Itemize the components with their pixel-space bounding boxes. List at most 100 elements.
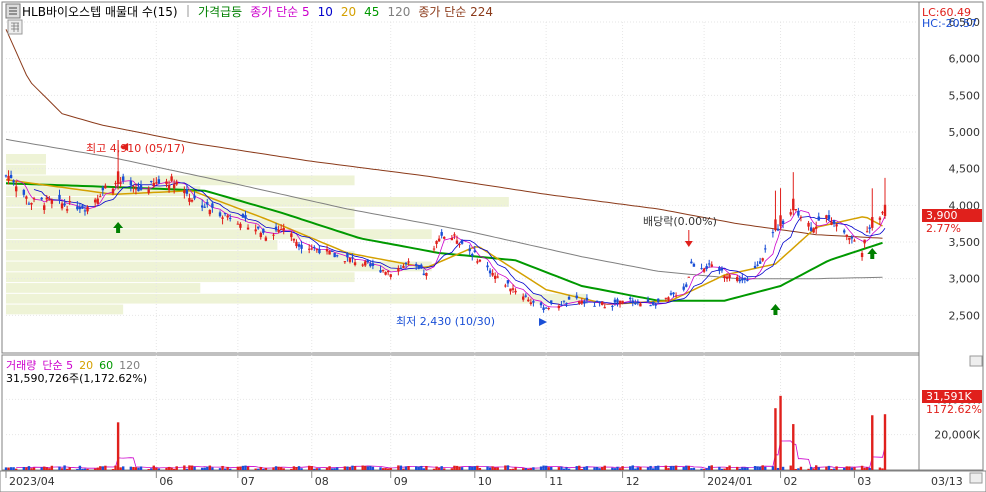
candle-body-23 xyxy=(83,210,87,212)
candle-body-40 xyxy=(147,189,150,193)
volume-bar-122 xyxy=(437,467,441,470)
candle-body-135 xyxy=(486,265,489,268)
volume-bar-246 xyxy=(881,468,884,470)
date-tick-8: 2024/01 xyxy=(707,475,753,488)
volume-bar-215 xyxy=(771,466,775,470)
volume-bar-130 xyxy=(468,466,471,470)
candle-body-157 xyxy=(562,300,566,302)
volume-legend-item-0[interactable]: 거래량 xyxy=(6,359,36,372)
candle-body-133 xyxy=(476,261,479,263)
candle-body-169 xyxy=(603,307,606,309)
volume-bar-50 xyxy=(183,465,186,470)
volume-bar-5 xyxy=(22,466,26,470)
panel-resize-icon[interactable] xyxy=(969,355,983,367)
volume-bar-67 xyxy=(241,465,245,470)
candle-body-75 xyxy=(272,234,275,236)
candle-body-105 xyxy=(379,270,382,273)
volume-bar-17 xyxy=(63,465,66,470)
candle-body-113 xyxy=(404,262,408,265)
legend-item-3[interactable]: 20 xyxy=(341,5,356,19)
candle-body-154 xyxy=(550,300,553,304)
candle-body-164 xyxy=(585,297,589,301)
candle-body-204 xyxy=(728,274,731,278)
candle-body-140 xyxy=(504,285,507,287)
candle-body-118 xyxy=(422,273,426,275)
volume-bar-149 xyxy=(532,467,535,470)
volume-bar-147 xyxy=(527,469,530,470)
dividend-annotation: 배당락(0.00%) xyxy=(643,215,717,228)
volume-bar-205 xyxy=(736,466,739,470)
volume-legend-item-1[interactable]: 단순 5 xyxy=(42,359,73,372)
candle-body-191 xyxy=(685,284,688,287)
candle-body-192 xyxy=(687,276,691,278)
candle-body-102 xyxy=(366,260,369,263)
volume-bar-61 xyxy=(221,465,224,470)
volume-bar-235 xyxy=(843,467,846,470)
candle-body-41 xyxy=(150,180,153,182)
volume-bar-195 xyxy=(700,468,703,470)
stock-title[interactable]: HLB바이오스텝 매물대 수(15) xyxy=(22,5,178,19)
candle-body-87 xyxy=(313,246,316,248)
scroll-right-icon[interactable] xyxy=(969,472,983,484)
volume-bar-150 xyxy=(539,466,543,470)
date-tick-11: 03/13 xyxy=(931,475,963,488)
candle-body-142 xyxy=(509,288,512,292)
legend-item-1[interactable]: 종가 단순 5 xyxy=(250,5,309,19)
stock-chart[interactable]: 6,500 6,000 5,500 5,000 4,500 4,000 3,500 3,000… xyxy=(0,0,986,492)
volume-bar-31 xyxy=(114,465,117,470)
volume-legend-item-2[interactable]: 20 xyxy=(79,359,93,372)
grid-toggle-icon[interactable] xyxy=(7,19,23,35)
candle-body-146 xyxy=(524,295,527,297)
volume-bar-6 xyxy=(25,467,28,470)
volume-bar-18 xyxy=(65,468,69,470)
volume-bar-75 xyxy=(272,467,275,470)
volume-bar-71 xyxy=(257,468,260,470)
volume-bar-217 xyxy=(776,467,780,470)
profile-bin-7 xyxy=(6,229,432,240)
date-tick-1: 06 xyxy=(159,475,173,488)
candle-body-156 xyxy=(560,304,563,306)
candle-body-99 xyxy=(353,262,357,265)
candle-body-50 xyxy=(183,190,186,194)
legend-item-2[interactable]: 10 xyxy=(318,5,333,19)
candle-body-234 xyxy=(835,224,838,227)
candle-body-202 xyxy=(723,275,726,279)
candle-body-63 xyxy=(226,215,229,218)
volume-bar-92 xyxy=(330,468,334,470)
candle-body-100 xyxy=(361,264,364,266)
legend-item-4[interactable]: 45 xyxy=(364,5,379,19)
volume-bar-221 xyxy=(792,424,795,470)
candle-body-22 xyxy=(81,205,84,209)
profile-bin-5 xyxy=(6,250,355,261)
volume-bar-140 xyxy=(504,465,507,470)
candle-body-111 xyxy=(399,267,403,269)
volume-legend-item-4[interactable]: 120 xyxy=(119,359,140,372)
candle-body-162 xyxy=(580,301,584,304)
candle-body-67 xyxy=(241,214,245,218)
candle-body-172 xyxy=(616,299,619,303)
profile-bin-13 xyxy=(6,164,46,175)
volume-bar-118 xyxy=(422,468,426,470)
candle-body-152 xyxy=(544,307,548,309)
volume-bar-129 xyxy=(460,467,464,470)
candle-body-53 xyxy=(190,200,194,202)
volume-bar-201 xyxy=(720,468,724,470)
chart-canvas[interactable]: 6,5006,0005,5005,0004,5004,0003,5003,000… xyxy=(0,0,986,492)
volume-change: 1172.62% xyxy=(926,403,982,416)
volume-bar-126 xyxy=(453,465,456,470)
price-tick-4: 4,500 xyxy=(949,163,981,176)
profile-bin-2 xyxy=(6,283,201,293)
legend-item-6[interactable]: 종가 단순 224 xyxy=(418,5,493,19)
candle-body-159 xyxy=(567,296,571,300)
candle-body-173 xyxy=(618,300,622,304)
volume-legend-item-3[interactable]: 60 xyxy=(99,359,113,372)
legend-item-0[interactable]: 가격급등 xyxy=(198,5,242,19)
volume-bar-15 xyxy=(58,466,61,470)
candle-body-69 xyxy=(246,227,250,230)
volume-bar-194 xyxy=(692,467,696,470)
legend-item-5[interactable]: 120 xyxy=(387,5,410,19)
volume-bar-84 xyxy=(300,468,303,470)
volume-bar-134 xyxy=(478,467,482,470)
volume-bar-35 xyxy=(129,466,133,470)
volume-bar-161 xyxy=(578,465,581,470)
